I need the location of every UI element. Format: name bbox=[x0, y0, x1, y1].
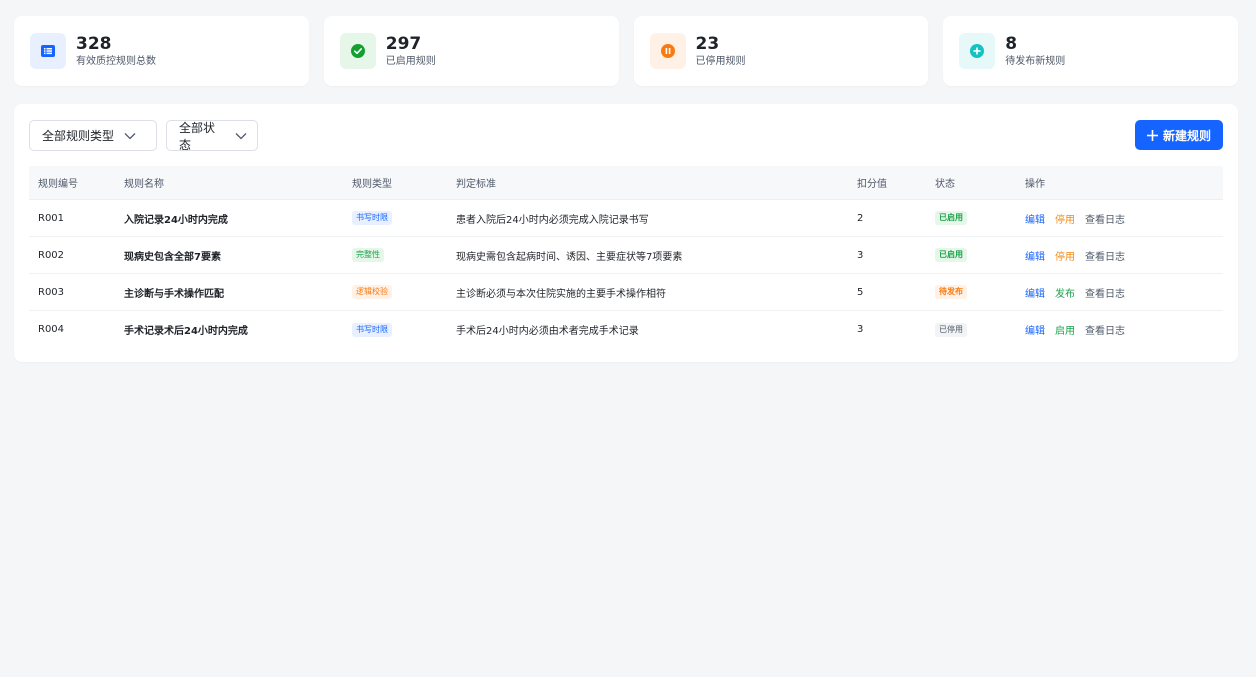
header-status: 状态 bbox=[935, 179, 955, 190]
rule-id: R003 bbox=[38, 286, 65, 298]
rule-type-select[interactable]: 全部规则类型 bbox=[29, 120, 157, 151]
list-icon bbox=[30, 33, 66, 69]
rule-score: 2 bbox=[857, 212, 864, 224]
table-row: R003 主诊断与手术操作匹配 逻辑校验 主诊断必须与本次住院实施的主要手术操作… bbox=[29, 274, 1223, 311]
rule-type-tag: 逻辑校验 bbox=[352, 285, 392, 299]
check-circle-icon bbox=[339, 33, 376, 69]
stat-value: 23 bbox=[695, 33, 720, 54]
rule-standard: 手术后24小时内必须由术者完成手术记录 bbox=[456, 326, 639, 337]
header-actions: 操作 bbox=[1025, 179, 1045, 190]
rule-type-tag: 书写时限 bbox=[352, 322, 392, 337]
view-log-link[interactable]: 查看日志 bbox=[1085, 248, 1125, 263]
stat-label: 待发布新规则 bbox=[1005, 55, 1066, 67]
stat-value: 328 bbox=[76, 33, 112, 54]
rule-standard: 现病史需包含起病时间、诱因、主要症状等7项要素 bbox=[456, 251, 683, 263]
table-header: 规则编号 规则名称 规则类型 判定标准 扣分值 状态 操作 bbox=[29, 166, 1223, 200]
rule-name: 入院记录24小时内完成 bbox=[124, 214, 228, 226]
plus-icon bbox=[1146, 129, 1158, 141]
stat-card-total: 328 有效质控规则总数 bbox=[14, 16, 309, 86]
edit-link[interactable]: 编辑 bbox=[1025, 248, 1045, 263]
status-badge: 已停用 bbox=[935, 322, 967, 337]
enable-link[interactable]: 启用 bbox=[1055, 322, 1075, 337]
disable-link[interactable]: 停用 bbox=[1055, 248, 1075, 263]
chevron-down-icon bbox=[124, 132, 136, 140]
disable-link[interactable]: 停用 bbox=[1055, 211, 1075, 226]
rules-table: 规则编号 规则名称 规则类型 判定标准 扣分值 状态 操作 R001 入院记录2… bbox=[29, 166, 1223, 348]
new-rule-button[interactable]: 新建规则 bbox=[1135, 120, 1223, 150]
rule-name: 现病史包含全部7要素 bbox=[124, 251, 221, 263]
stat-label: 已启用规则 bbox=[385, 55, 436, 67]
view-log-link[interactable]: 查看日志 bbox=[1085, 322, 1125, 337]
rules-panel: 全部规则类型 全部状态 新建规则 规则编号 规则名称 规则类型 判定标准 扣分值… bbox=[14, 104, 1238, 362]
rule-score: 5 bbox=[857, 286, 864, 298]
stat-value: 8 bbox=[1005, 33, 1018, 54]
rule-id: R002 bbox=[38, 249, 65, 261]
publish-link[interactable]: 发布 bbox=[1055, 285, 1075, 300]
view-log-link[interactable]: 查看日志 bbox=[1085, 285, 1125, 300]
status-badge: 待发布 bbox=[935, 285, 967, 299]
stats-row: 328 有效质控规则总数 297 已启用规则 23 已停用规则 8 待发布新规则 bbox=[14, 16, 1238, 86]
status-select[interactable]: 全部状态 bbox=[166, 120, 258, 152]
rule-id: R001 bbox=[38, 212, 65, 224]
table-row: R001 入院记录24小时内完成 书写时限 患者入院后24小时内必须完成入院记录… bbox=[29, 200, 1223, 237]
header-type: 规则类型 bbox=[352, 179, 392, 190]
status-badge: 已启用 bbox=[935, 248, 967, 262]
table-row: R002 现病史包含全部7要素 完整性 现病史需包含起病时间、诱因、主要症状等7… bbox=[29, 237, 1223, 274]
rule-score: 3 bbox=[857, 249, 864, 261]
edit-link[interactable]: 编辑 bbox=[1025, 285, 1045, 300]
rule-standard: 患者入院后24小时内必须完成入院记录书写 bbox=[456, 214, 649, 226]
rule-score: 3 bbox=[857, 324, 864, 335]
view-log-link[interactable]: 查看日志 bbox=[1085, 211, 1125, 226]
header-name: 规则名称 bbox=[124, 179, 164, 190]
chevron-down-icon bbox=[235, 132, 247, 140]
stat-card-disabled: 23 已停用规则 bbox=[633, 16, 929, 86]
edit-link[interactable]: 编辑 bbox=[1025, 322, 1045, 337]
select-value: 全部状态 bbox=[179, 120, 216, 152]
filter-bar: 全部规则类型 全部状态 bbox=[29, 120, 258, 152]
header-id: 规则编号 bbox=[38, 179, 78, 190]
stat-card-pending: 8 待发布新规则 bbox=[943, 16, 1238, 86]
rule-name: 主诊断与手术操作匹配 bbox=[124, 288, 224, 300]
status-badge: 已启用 bbox=[935, 211, 967, 225]
new-rule-label: 新建规则 bbox=[1162, 128, 1211, 143]
header-standard: 判定标准 bbox=[456, 179, 496, 190]
rule-id: R004 bbox=[38, 324, 65, 335]
rule-standard: 主诊断必须与本次住院实施的主要手术操作相符 bbox=[456, 288, 666, 300]
edit-link[interactable]: 编辑 bbox=[1025, 211, 1045, 226]
header-score: 扣分值 bbox=[857, 179, 887, 190]
stat-label: 已停用规则 bbox=[695, 55, 746, 67]
plus-circle-icon bbox=[959, 33, 996, 69]
pause-circle-icon bbox=[649, 33, 686, 69]
rule-type-tag: 完整性 bbox=[352, 248, 384, 262]
stat-label: 有效质控规则总数 bbox=[76, 55, 156, 67]
select-value: 全部规则类型 bbox=[42, 129, 115, 143]
rule-name: 手术记录术后24小时内完成 bbox=[124, 326, 248, 337]
table-row: R004 手术记录术后24小时内完成 书写时限 手术后24小时内必须由术者完成手… bbox=[29, 311, 1223, 348]
rule-type-tag: 书写时限 bbox=[352, 211, 392, 225]
stat-card-enabled: 297 已启用规则 bbox=[323, 16, 619, 86]
stat-value: 297 bbox=[385, 33, 422, 54]
